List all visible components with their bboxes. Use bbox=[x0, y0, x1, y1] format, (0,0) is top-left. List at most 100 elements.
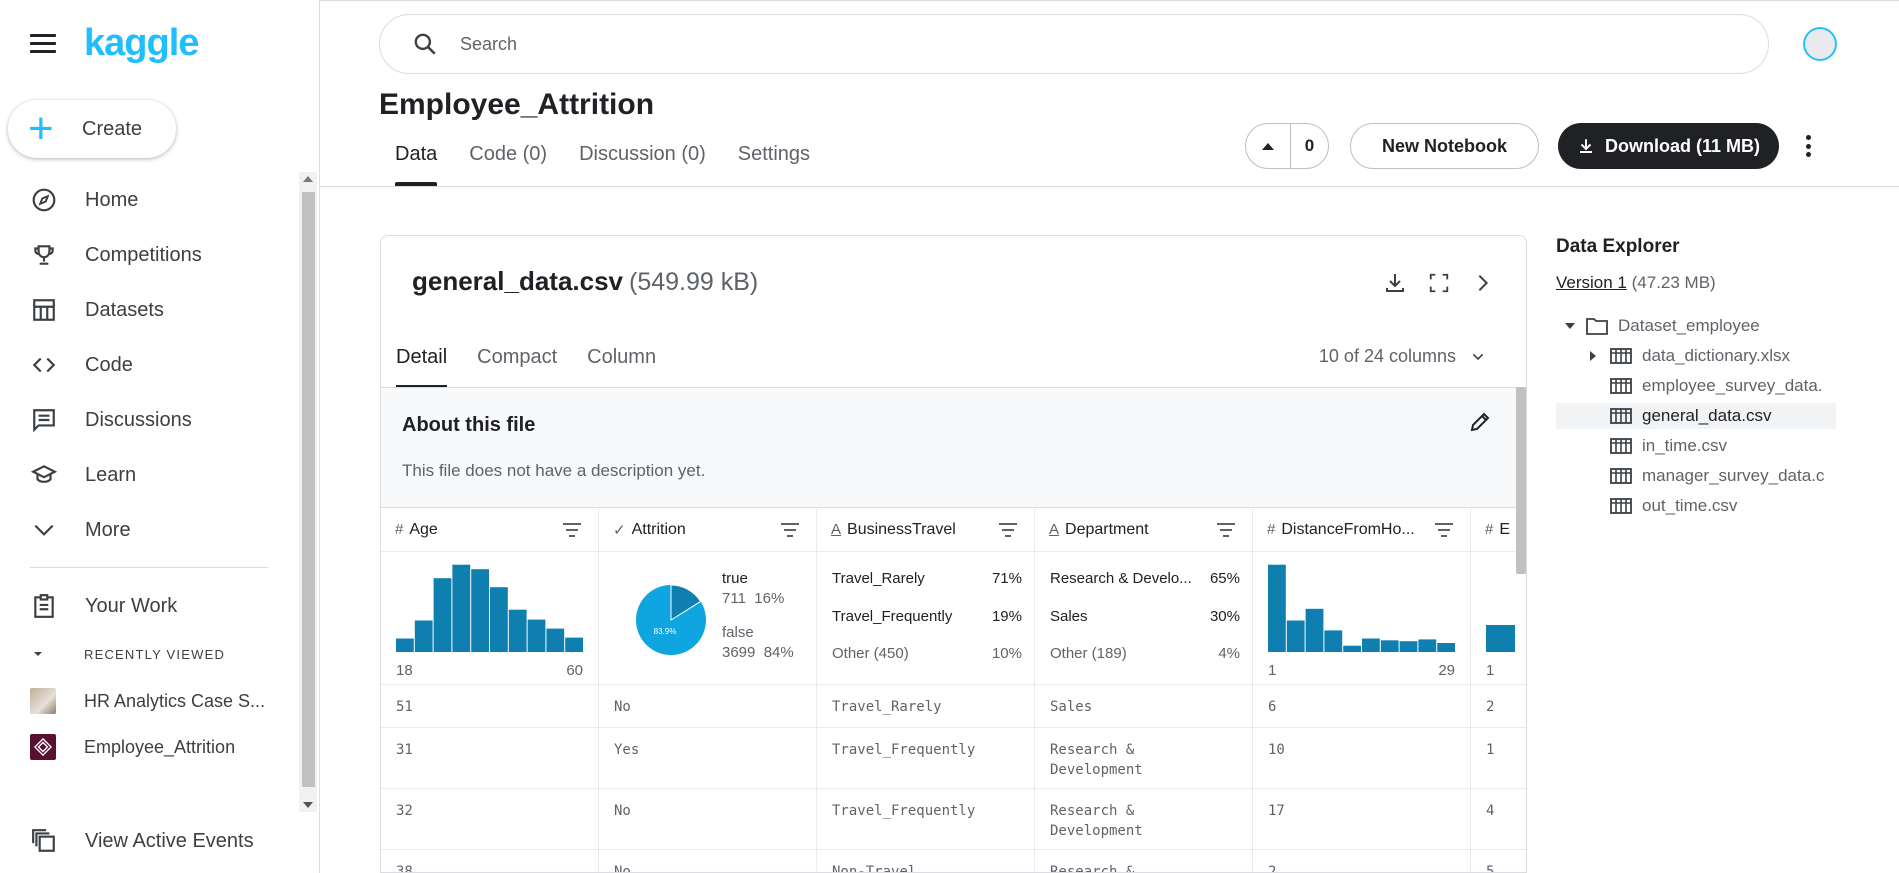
partial-histogram bbox=[1486, 625, 1515, 652]
sidebar-item-learn[interactable]: Learn bbox=[0, 452, 300, 498]
column-header[interactable]: ✓ Attrition bbox=[599, 507, 816, 552]
upvote-control[interactable]: 0 bbox=[1245, 123, 1329, 169]
download-button[interactable]: Download (11 MB) bbox=[1558, 123, 1779, 169]
histogram-bar[interactable] bbox=[508, 609, 527, 652]
histogram-bar[interactable] bbox=[1362, 638, 1380, 653]
tree-file[interactable]: manager_survey_data.c bbox=[1556, 463, 1836, 489]
caret-down-icon[interactable] bbox=[1564, 320, 1576, 332]
column-summary: 83.9% true 711 16% false 3699 84% bbox=[599, 552, 816, 685]
column-header[interactable]: A BusinessTravel bbox=[817, 507, 1034, 552]
histogram-bar[interactable] bbox=[565, 637, 583, 652]
sidebar-item-label: More bbox=[85, 518, 131, 541]
sidebar-item-home[interactable]: Home bbox=[0, 177, 300, 223]
distance-histogram bbox=[1268, 564, 1455, 653]
tree-file[interactable]: general_data.csv bbox=[1556, 403, 1836, 429]
histogram-bar[interactable] bbox=[1437, 643, 1455, 652]
sidebar-item-view-active-events[interactable]: View Active Events bbox=[0, 818, 300, 864]
create-button[interactable]: + Create bbox=[8, 100, 176, 158]
histogram-bar[interactable] bbox=[1486, 625, 1515, 652]
tree-file[interactable]: employee_survey_data. bbox=[1556, 373, 1836, 399]
caret-right-icon[interactable] bbox=[1588, 350, 1598, 362]
tab-discussion[interactable]: Discussion (0) bbox=[563, 143, 722, 186]
tree-folder[interactable]: Dataset_employee bbox=[1556, 313, 1760, 339]
sidebar-scrollbar[interactable] bbox=[299, 172, 317, 812]
scroll-down-icon[interactable] bbox=[303, 802, 313, 808]
sidebar-item-label: Discussions bbox=[85, 408, 192, 431]
scroll-up-icon[interactable] bbox=[303, 176, 313, 182]
fullscreen-icon[interactable] bbox=[1426, 270, 1452, 296]
sidebar-item-discussions[interactable]: Discussions bbox=[0, 397, 300, 443]
edit-icon[interactable] bbox=[1468, 410, 1492, 434]
histogram-bar[interactable] bbox=[527, 619, 546, 652]
true-percent: 16% bbox=[754, 590, 785, 607]
histogram-bar[interactable] bbox=[1380, 640, 1399, 652]
table-cell: 38 bbox=[381, 850, 599, 872]
category-percent: 19% bbox=[991, 608, 1022, 625]
sort-icon[interactable] bbox=[998, 522, 1018, 538]
histogram-bar[interactable] bbox=[1418, 639, 1437, 652]
tab-code[interactable]: Code (0) bbox=[453, 143, 563, 186]
chevron-right-icon[interactable] bbox=[1470, 270, 1496, 296]
upvote-icon[interactable] bbox=[1246, 124, 1291, 168]
column-header[interactable]: # Age bbox=[381, 507, 598, 552]
recently-viewed-header[interactable]: RECENTLY VIEWED bbox=[30, 646, 225, 662]
tab-detail[interactable]: Detail bbox=[396, 346, 462, 388]
histogram-bar[interactable] bbox=[396, 638, 414, 653]
sidebar-divider bbox=[30, 567, 268, 568]
tab-column[interactable]: Column bbox=[587, 346, 671, 388]
tab-settings[interactable]: Settings bbox=[722, 143, 826, 186]
download-icon[interactable] bbox=[1382, 270, 1408, 296]
column-selector[interactable]: 10 of 24 columns bbox=[1319, 346, 1486, 367]
dataset-thumbnail bbox=[30, 688, 56, 714]
sidebar-item-more[interactable]: More bbox=[0, 507, 300, 553]
search-input[interactable]: Search bbox=[379, 14, 1769, 74]
tree-file[interactable]: data_dictionary.xlsx bbox=[1556, 343, 1836, 369]
histogram-bar[interactable] bbox=[1343, 645, 1361, 652]
sort-icon[interactable] bbox=[562, 522, 582, 538]
tab-data[interactable]: Data bbox=[379, 143, 453, 186]
histogram-bar[interactable] bbox=[452, 564, 471, 652]
tab-compact[interactable]: Compact bbox=[477, 346, 572, 388]
kaggle-logo[interactable]: kaggle bbox=[84, 22, 199, 65]
new-notebook-button[interactable]: New Notebook bbox=[1350, 123, 1539, 169]
chevron-down-icon bbox=[1472, 353, 1484, 360]
sidebar-item-code[interactable]: Code bbox=[0, 342, 300, 388]
histogram-bar[interactable] bbox=[1268, 564, 1286, 652]
file-name: out_time.csv bbox=[1642, 496, 1738, 515]
histogram-bar[interactable] bbox=[1286, 620, 1305, 653]
histogram-bar[interactable] bbox=[1305, 608, 1324, 652]
more-options-icon[interactable] bbox=[1801, 132, 1815, 160]
avatar[interactable] bbox=[1801, 25, 1839, 63]
recent-item[interactable]: Employee_Attrition bbox=[30, 734, 235, 760]
tree-file[interactable]: out_time.csv bbox=[1556, 493, 1836, 519]
version-link[interactable]: Version 1 bbox=[1556, 273, 1627, 292]
sort-icon[interactable] bbox=[1434, 522, 1454, 538]
sidebar-item-your-work[interactable]: Your Work bbox=[0, 583, 300, 629]
numeric-type-icon: # bbox=[1267, 521, 1276, 538]
columns-count: 10 of 24 columns bbox=[1318, 346, 1456, 366]
histogram-bar[interactable] bbox=[414, 620, 433, 653]
sidebar: kaggle + Create Home Competitions Datase… bbox=[0, 0, 320, 873]
boolean-type-icon: ✓ bbox=[613, 521, 626, 539]
column-name: Attrition bbox=[631, 520, 686, 538]
sidebar-item-datasets[interactable]: Datasets bbox=[0, 287, 300, 333]
column-header[interactable]: A Department bbox=[1035, 507, 1252, 552]
sidebar-item-label: Code bbox=[85, 353, 133, 376]
histogram-bar[interactable] bbox=[471, 569, 489, 652]
sort-icon[interactable] bbox=[1216, 522, 1236, 538]
sidebar-item-competitions[interactable]: Competitions bbox=[0, 232, 300, 278]
recent-item[interactable]: HR Analytics Case S... bbox=[30, 688, 265, 714]
file-name: general_data.csv bbox=[1642, 406, 1772, 425]
axis-max: 60 bbox=[566, 662, 583, 679]
column-header[interactable]: # DistanceFromHo... bbox=[1253, 507, 1470, 552]
histogram-bar[interactable] bbox=[433, 578, 452, 652]
histogram-bar[interactable] bbox=[490, 587, 508, 652]
scrollbar-thumb[interactable] bbox=[302, 192, 315, 787]
histogram-bar[interactable] bbox=[546, 628, 565, 652]
histogram-bar[interactable] bbox=[1399, 641, 1418, 652]
histogram-bar[interactable] bbox=[1324, 630, 1343, 652]
menu-icon[interactable] bbox=[30, 34, 56, 56]
tree-file[interactable]: in_time.csv bbox=[1556, 433, 1836, 459]
table-scrollbar[interactable] bbox=[1516, 387, 1526, 574]
sort-icon[interactable] bbox=[780, 522, 800, 538]
